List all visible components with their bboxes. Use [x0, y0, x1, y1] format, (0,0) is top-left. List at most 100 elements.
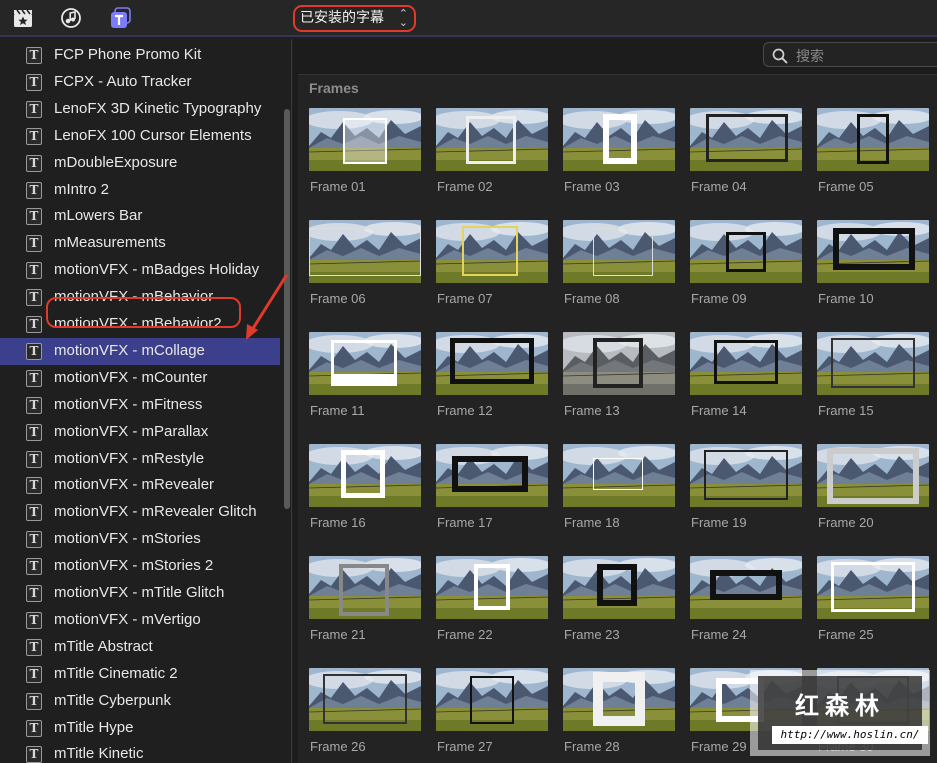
- thumbnail-grid: Frames Frame 01 Frame 02 Frame 03 Frame 04 F…: [298, 74, 937, 763]
- sidebar-item[interactable]: T FCP Phone Promo Kit: [0, 42, 280, 69]
- frame-tile[interactable]: Frame 10: [817, 220, 929, 320]
- sidebar-item[interactable]: TmTitle Abstract: [0, 634, 280, 661]
- frame-overlay: [706, 114, 788, 162]
- frame-tile[interactable]: Frame 04: [690, 108, 802, 208]
- title-t-icon: T: [26, 181, 42, 199]
- sidebar-item[interactable]: TmotionVFX - mStories: [0, 526, 280, 553]
- frame-tile[interactable]: Frame 21: [309, 556, 421, 656]
- frame-tile[interactable]: Frame 25: [817, 556, 929, 656]
- sidebar-item[interactable]: T LenoFX 100 Cursor Elements: [0, 123, 280, 150]
- sidebar-item[interactable]: TmotionVFX - mParallax: [0, 419, 280, 446]
- title-t-icon: T: [26, 47, 42, 64]
- frame-tile[interactable]: Frame 03: [563, 108, 675, 208]
- frame-tile[interactable]: Frame 23: [563, 556, 675, 656]
- frame-tile[interactable]: Frame 15: [817, 332, 929, 432]
- title-t-icon: T: [26, 127, 42, 145]
- frame-tile[interactable]: Frame 07: [436, 220, 548, 320]
- sidebar-item[interactable]: TmTitle Cyberpunk: [0, 688, 280, 715]
- sidebar-item[interactable]: TmotionVFX - mCounter: [0, 365, 280, 392]
- sidebar-item-label: LenoFX 100 Cursor Elements: [54, 126, 252, 144]
- frame-thumbnail: [563, 444, 675, 507]
- frame-label: Frame 12: [437, 403, 493, 418]
- sidebar-item[interactable]: T LenoFX 3D Kinetic Typography: [0, 96, 280, 123]
- frame-label: Frame 21: [310, 627, 366, 642]
- frame-tile[interactable]: Frame 18: [563, 444, 675, 544]
- frame-tile[interactable]: Frame 16: [309, 444, 421, 544]
- search-icon: [772, 48, 788, 64]
- watermark: 红森林 http://www.hoslin.cn/: [750, 670, 930, 756]
- frame-label: Frame 28: [564, 739, 620, 754]
- frame-tile[interactable]: Frame 22: [436, 556, 548, 656]
- sidebar-item[interactable]: TmotionVFX - mStories 2: [0, 553, 280, 580]
- frame-tile[interactable]: Frame 12: [436, 332, 548, 432]
- frame-label: Frame 14: [691, 403, 747, 418]
- frame-overlay: [450, 338, 534, 384]
- sidebar-item[interactable]: T FCPX - Auto Tracker: [0, 69, 280, 96]
- frame-thumbnail: [309, 444, 421, 507]
- source-select-label: 已安装的字幕: [300, 10, 384, 26]
- music-photo-icon[interactable]: [60, 7, 82, 29]
- frame-tile[interactable]: Frame 14: [690, 332, 802, 432]
- frame-tile[interactable]: Frame 28: [563, 668, 675, 763]
- sidebar-item[interactable]: TmIntro 2: [0, 177, 280, 204]
- source-select[interactable]: 已安装的字幕 ⌃ ⌄: [293, 5, 416, 32]
- frame-tile[interactable]: Frame 06: [309, 220, 421, 320]
- frame-label: Frame 29: [691, 739, 747, 754]
- frame-label: Frame 25: [818, 627, 874, 642]
- sidebar-item[interactable]: TmTitle Hype: [0, 715, 280, 742]
- clapboard-star-icon[interactable]: [12, 7, 34, 29]
- sidebar-item-label: LenoFX 3D Kinetic Typography: [54, 99, 262, 117]
- frame-thumbnail: [309, 556, 421, 619]
- frame-label: Frame 09: [691, 291, 747, 306]
- sidebar-item[interactable]: TmLowers Bar: [0, 203, 280, 230]
- sidebar-item-label: mTitle Cinematic 2: [54, 664, 178, 682]
- frame-thumbnail: [436, 556, 548, 619]
- title-t-icon: T: [26, 289, 42, 307]
- frame-overlay: [331, 340, 397, 386]
- sidebar-item-label: motionVFX - mStories: [54, 530, 201, 548]
- frame-tile[interactable]: Frame 08: [563, 220, 675, 320]
- frame-tile[interactable]: Frame 02: [436, 108, 548, 208]
- search-input[interactable]: 搜索: [763, 42, 937, 67]
- sidebar-item-label: motionVFX - mBadges Holiday: [54, 261, 260, 279]
- sidebar-item[interactable]: TmTitle Cinematic 2: [0, 661, 280, 688]
- frame-thumbnail: [690, 108, 802, 171]
- watermark-title: 红森林: [795, 692, 885, 720]
- sidebar-item-label: mMeasurements: [54, 234, 166, 252]
- frame-tile[interactable]: Frame 05: [817, 108, 929, 208]
- frame-overlay: [726, 232, 766, 272]
- sidebar-item[interactable]: TmotionVFX - mTitle Glitch: [0, 580, 280, 607]
- sidebar-item-label: motionVFX - mRevealer Glitch: [54, 503, 257, 521]
- chevron-up-down-icon: ⌃ ⌄: [398, 7, 408, 29]
- frame-thumbnail: [817, 556, 929, 619]
- frame-thumbnail: [690, 332, 802, 395]
- frame-thumbnail: [563, 220, 675, 283]
- frame-tile[interactable]: Frame 13: [563, 332, 675, 432]
- sidebar-item[interactable]: TmotionVFX - mRestyle: [0, 446, 280, 473]
- sidebar-item[interactable]: TmotionVFX - mRevealer Glitch: [0, 499, 280, 526]
- frame-overlay: [710, 570, 782, 600]
- frame-tile[interactable]: Frame 17: [436, 444, 548, 544]
- sidebar-item[interactable]: TmotionVFX - mRevealer: [0, 472, 280, 499]
- sidebar-item[interactable]: TmTitle Kinetic: [0, 741, 280, 763]
- sidebar-item[interactable]: TmotionVFX - mFitness: [0, 392, 280, 419]
- titles-icon[interactable]: [110, 7, 132, 29]
- frame-label: Frame 18: [564, 515, 620, 530]
- sidebar-item[interactable]: TmMeasurements: [0, 230, 280, 257]
- frame-tile[interactable]: Frame 26: [309, 668, 421, 763]
- sidebar-item[interactable]: TmotionVFX - mVertigo: [0, 607, 280, 634]
- frame-thumbnail: [309, 220, 421, 283]
- frame-tile[interactable]: Frame 19: [690, 444, 802, 544]
- frame-tile[interactable]: Frame 20: [817, 444, 929, 544]
- frame-label: Frame 05: [818, 179, 874, 194]
- frame-thumbnail: [690, 220, 802, 283]
- title-t-icon: T: [26, 154, 42, 172]
- sidebar-item[interactable]: TmDoubleExposure: [0, 150, 280, 177]
- watermark-url: http://www.hoslin.cn/: [772, 726, 928, 744]
- frame-tile[interactable]: Frame 24: [690, 556, 802, 656]
- frame-tile[interactable]: Frame 27: [436, 668, 548, 763]
- frame-thumbnail: [690, 444, 802, 507]
- frame-tile[interactable]: Frame 11: [309, 332, 421, 432]
- frame-tile[interactable]: Frame 01: [309, 108, 421, 208]
- frame-tile[interactable]: Frame 09: [690, 220, 802, 320]
